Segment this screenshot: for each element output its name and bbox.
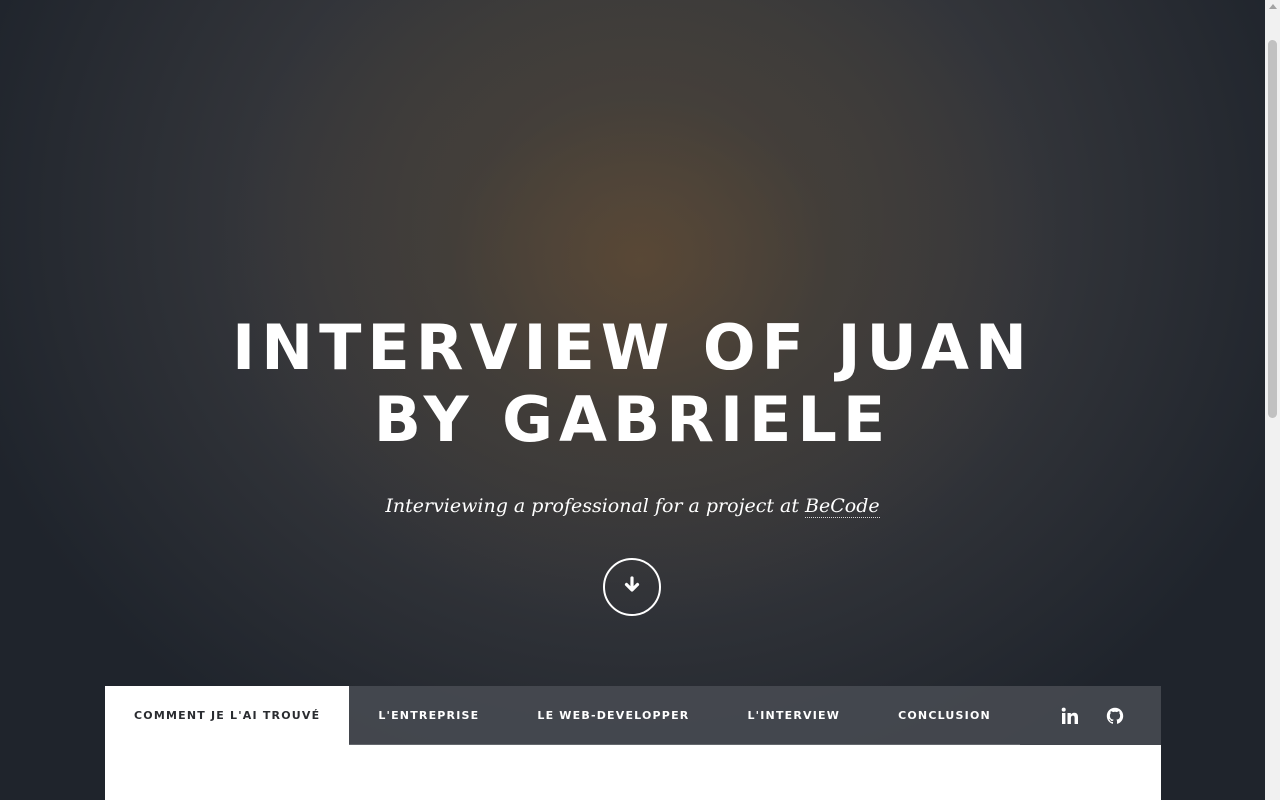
content-area [105, 745, 1161, 800]
scroll-up-arrow-icon[interactable] [1269, 4, 1277, 9]
scrollbar-thumb[interactable] [1268, 40, 1277, 418]
hero-subtitle: Interviewing a professional for a projec… [0, 492, 1265, 520]
hero-section: INTERVIEW OF JUAN BY GABRIELE Interviewi… [0, 0, 1265, 686]
tab-lentreprise[interactable]: L'ENTREPRISE [349, 686, 509, 745]
hero-title: INTERVIEW OF JUAN BY GABRIELE [0, 312, 1265, 456]
page-scrollbar[interactable] [1265, 0, 1280, 800]
page-viewport: INTERVIEW OF JUAN BY GABRIELE Interviewi… [0, 0, 1265, 800]
tab-conclusion[interactable]: CONCLUSION [869, 686, 1020, 745]
linkedin-icon[interactable] [1060, 706, 1079, 725]
arrow-down-icon [623, 575, 641, 599]
tab-le-web-developper[interactable]: LE WEB-DEVELOPPER [508, 686, 719, 745]
hero-subtitle-text: Interviewing a professional for a projec… [385, 495, 806, 517]
tab-linterview[interactable]: L'INTERVIEW [718, 686, 870, 745]
hero-title-line-1: INTERVIEW OF JUAN [232, 311, 1033, 384]
hero-title-line-2: BY GABRIELE [373, 383, 892, 456]
github-icon[interactable] [1105, 706, 1124, 725]
scroll-down-button[interactable] [603, 558, 661, 616]
becode-link[interactable]: BeCode [805, 495, 880, 518]
tab-comment-je-lai-trouve[interactable]: COMMENT JE L'AI TROUVÉ [105, 686, 350, 745]
section-nav: COMMENT JE L'AI TROUVÉ L'ENTREPRISE LE W… [105, 686, 1161, 745]
social-links [1060, 686, 1161, 745]
